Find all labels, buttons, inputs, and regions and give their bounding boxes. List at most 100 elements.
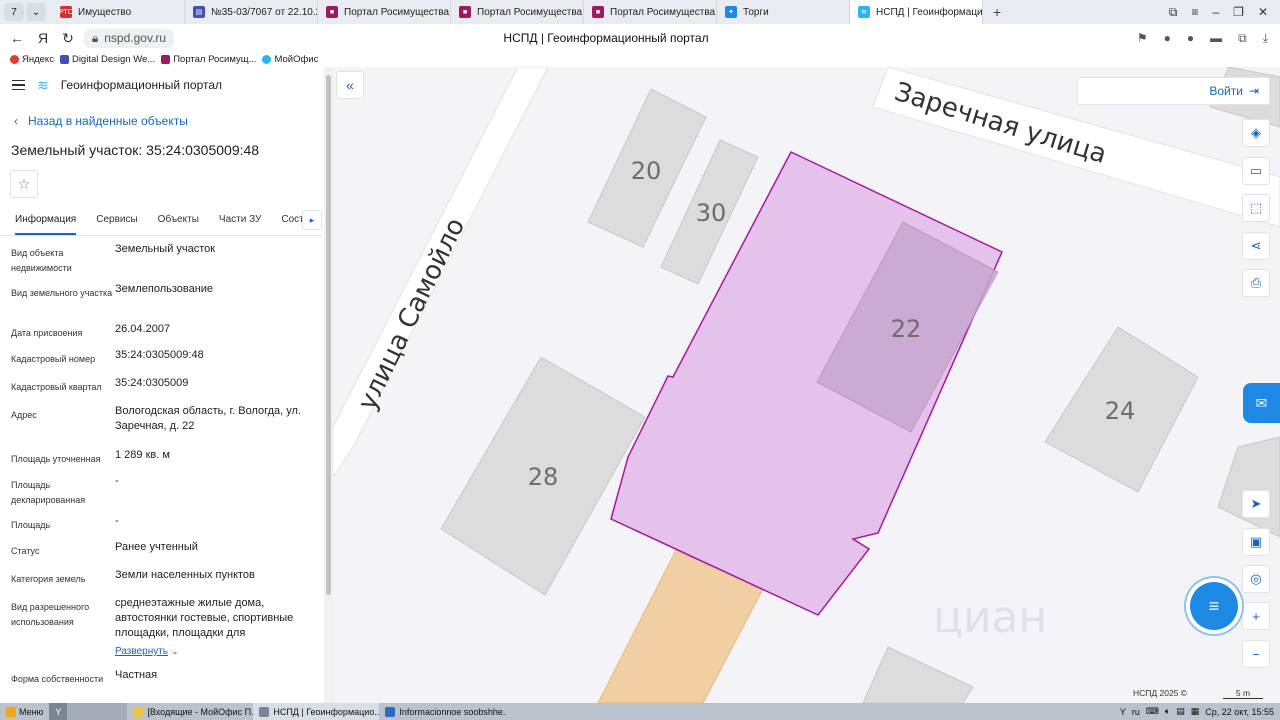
emblem-icon: ✦ <box>725 6 737 18</box>
attr-key: Площадь декларированная <box>11 480 86 505</box>
tab-objects[interactable]: Объекты <box>158 206 199 235</box>
chevron-down-icon: ⌄ <box>171 646 179 656</box>
browser-tab[interactable]: ✦ Торги <box>717 0 850 24</box>
reload-icon[interactable]: ↻ <box>62 30 74 47</box>
volume-icon[interactable]: 🔈︎ <box>1165 706 1170 717</box>
ruler-icon[interactable]: ▭ <box>1242 157 1270 185</box>
taskbar-spacer <box>67 703 128 720</box>
print-icon[interactable]: ⎙ <box>1242 269 1270 297</box>
bookmark-label: МойОфис <box>274 54 319 65</box>
new-tab-icon[interactable]: + <box>983 4 1001 20</box>
attr-value: - <box>115 515 119 527</box>
tab-counter[interactable]: 7 <box>4 3 24 21</box>
bookmarks-icon[interactable]: ⧉ <box>1169 5 1178 20</box>
tab-label: Портал Росимущества <box>344 6 450 18</box>
bookmark-item[interactable]: Digital Design We... <box>59 54 155 65</box>
collapse-panel-button[interactable]: « <box>336 71 364 99</box>
taskbar-item[interactable]: Informacionnoe soobshhe... <box>379 703 505 720</box>
nspd-logo-icon: ≋ <box>37 76 49 93</box>
attr-row: Форма собственности Частная <box>0 668 333 698</box>
close-window-icon[interactable]: ✕ <box>1258 5 1268 20</box>
attr-key: Вид земельного участка <box>11 288 113 298</box>
yandex-icon <box>10 55 19 64</box>
tabs-scroll-right-icon[interactable]: ▸ <box>302 210 322 230</box>
scrollbar-thumb[interactable] <box>326 75 331 595</box>
attribute-list: Вид объекта недвижимости Земельный участо… <box>0 236 333 698</box>
extension-icon[interactable]: ● <box>1164 31 1171 46</box>
taskbar-item[interactable]: [Входящие - МойОфис П... <box>127 703 253 720</box>
attr-key: Статус <box>11 546 40 556</box>
clock[interactable]: Ср, 22 окт, 15:55 <box>1205 707 1274 717</box>
geolocation-icon[interactable]: ◎ <box>1242 565 1270 593</box>
bookmarks-bar: Яндекс Digital Design We... Портал Росим… <box>0 52 1280 67</box>
attr-row: Вид разрешенного использования среднеэтаж… <box>0 596 333 644</box>
login-button[interactable]: Войти ⇥ <box>1077 77 1270 105</box>
url-field[interactable]: 🔒︎ nspd.gov.ru <box>83 28 175 48</box>
zoom-in-icon[interactable]: + <box>1242 602 1270 630</box>
browser-tab[interactable]: ▤ №35-03/7067 от 22.10.25 <box>185 0 318 24</box>
toolbar-icons: ⚑ ● ● ▬ ⧉ ⤓ <box>1137 31 1280 46</box>
browser-tab[interactable]: РТС Имущество <box>52 0 185 24</box>
building-edge <box>1217 436 1280 538</box>
rosim-icon: ■ <box>592 6 604 18</box>
attr-value: 26.04.2007 <box>115 323 171 335</box>
myoffice-icon <box>262 55 272 64</box>
browser-tab[interactable]: ■ Портал Росимущества <box>318 0 451 24</box>
chevron-down-icon[interactable]: ⌄ <box>26 3 46 21</box>
selected-parcel[interactable] <box>610 151 1003 616</box>
yandex-icon[interactable]: Я <box>38 30 48 47</box>
yandex-tray-icon[interactable]: Y <box>1120 707 1126 717</box>
downloads-icon[interactable]: ⤓ <box>1263 31 1268 46</box>
network-icon[interactable]: ▦ <box>1191 706 1200 717</box>
area-select-icon[interactable]: ⬚ <box>1242 194 1270 222</box>
address-bar: ← Я ↻ 🔒︎ nspd.gov.ru НСПД | Геоинформаци… <box>0 24 1280 52</box>
restore-icon[interactable]: ❐ <box>1233 5 1244 20</box>
bookmark-item[interactable]: МойОфис <box>262 54 318 65</box>
bookmark-item[interactable]: Портал Росимущ... <box>161 54 256 65</box>
zoom-out-icon[interactable]: − <box>1242 640 1270 668</box>
bookmark-label: Портал Росимущ... <box>173 54 257 65</box>
clipboard-icon[interactable]: ▤ <box>1176 706 1185 717</box>
start-menu-button[interactable]: Меню <box>0 703 49 720</box>
browser-tab[interactable]: ■ Портал Росимущества <box>451 0 584 24</box>
layers-icon[interactable]: ◈ <box>1242 119 1270 147</box>
feedback-icon[interactable]: ✉ <box>1243 383 1280 423</box>
house-number: 30 <box>696 199 727 227</box>
back-arrow-icon[interactable]: ← <box>10 30 24 47</box>
browser-tab[interactable]: ■ Портал Росимущества <box>584 0 717 24</box>
yandex-taskbar-icon[interactable]: Y <box>49 703 68 720</box>
panel-tabs: Информация Сервисы Объекты Части ЗУ Сост… <box>0 206 322 236</box>
keyboard-icon[interactable]: ⌨ <box>1146 706 1159 717</box>
minimize-icon[interactable]: – <box>1212 5 1219 20</box>
language-indicator[interactable]: ru <box>1132 707 1140 717</box>
attr-key: Дата присвоения <box>11 328 83 338</box>
attr-key: Вид разрешенного использования <box>11 602 90 627</box>
rosim-icon: ■ <box>459 6 471 18</box>
building-edge <box>862 646 974 703</box>
bookmark-icon[interactable]: ⚑ <box>1137 31 1148 46</box>
minimap-icon[interactable]: ▣ <box>1242 528 1270 556</box>
tab-parts[interactable]: Части ЗУ <box>219 206 261 235</box>
map-view[interactable]: 20 30 22 24 28 Заречная улица улица Само… <box>333 67 1280 703</box>
expand-link[interactable]: Развернуть <box>115 646 168 657</box>
share-icon[interactable]: ⋖ <box>1242 232 1270 260</box>
panel-scrollbar[interactable] <box>324 67 333 703</box>
tab-label: №35-03/7067 от 22.10.25 <box>211 6 318 18</box>
collections-icon[interactable]: ⧉ <box>1238 31 1247 46</box>
tab-info[interactable]: Информация <box>15 206 77 235</box>
attr-row: Кадастровый квартал 35:24:0305009 <box>0 376 333 404</box>
word-icon <box>385 706 396 717</box>
favorite-star-icon[interactable]: ☆ <box>10 170 38 198</box>
chat-icon[interactable]: ≡ <box>1190 582 1238 630</box>
browser-tab-active[interactable]: ≋НСПД | Геоинформаци...✕ <box>850 0 983 24</box>
back-link[interactable]: ‹ Назад в найденные объекты <box>0 103 333 130</box>
extension-icon[interactable]: ● <box>1187 31 1194 46</box>
bookmark-item[interactable]: Яндекс <box>10 54 54 65</box>
extension-icon[interactable]: ▬ <box>1210 31 1222 46</box>
navigate-icon[interactable]: ➤ <box>1242 490 1270 518</box>
menu-icon[interactable]: ≡ <box>1191 5 1198 20</box>
tab-services[interactable]: Сервисы <box>96 206 137 235</box>
mail-icon <box>133 706 144 717</box>
taskbar-item[interactable]: НСПД | Геоинформацио... <box>253 703 380 720</box>
hamburger-menu-icon[interactable] <box>12 79 25 91</box>
